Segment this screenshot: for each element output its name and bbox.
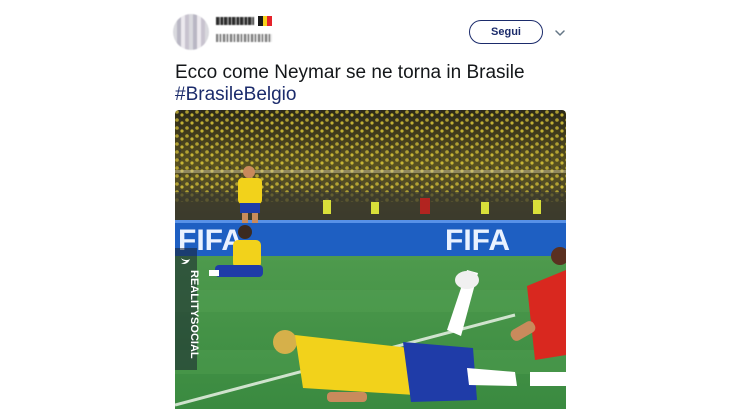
tweet-card: Segui Ecco come Neymar se ne torna in Br…: [0, 0, 736, 409]
avatar[interactable]: [173, 14, 209, 50]
chevron-down-icon[interactable]: [553, 26, 567, 38]
football-match-image: FIFA FIFA REALITYSOCIAL: [175, 110, 566, 409]
tweet-media[interactable]: FIFA FIFA REALITYSOCIAL: [175, 110, 566, 409]
tweet-text: Ecco come Neymar se ne torna in Brasile …: [175, 62, 595, 106]
ad-board-right-text: FIFA: [445, 224, 510, 257]
watermark-text: REALITYSOCIAL: [188, 270, 200, 359]
watermark: REALITYSOCIAL: [175, 248, 200, 370]
display-name-pixelated[interactable]: [216, 17, 254, 25]
belgium-flag-icon: [258, 16, 273, 26]
user-handle-row[interactable]: [216, 33, 272, 43]
user-name-row[interactable]: [216, 14, 273, 28]
tweet-body: Ecco come Neymar se ne torna in Brasile: [175, 62, 525, 83]
follow-button[interactable]: Segui: [469, 20, 543, 44]
user-handle-pixelated[interactable]: [216, 34, 272, 42]
hashtag-link[interactable]: #BrasileBelgio: [175, 84, 595, 106]
